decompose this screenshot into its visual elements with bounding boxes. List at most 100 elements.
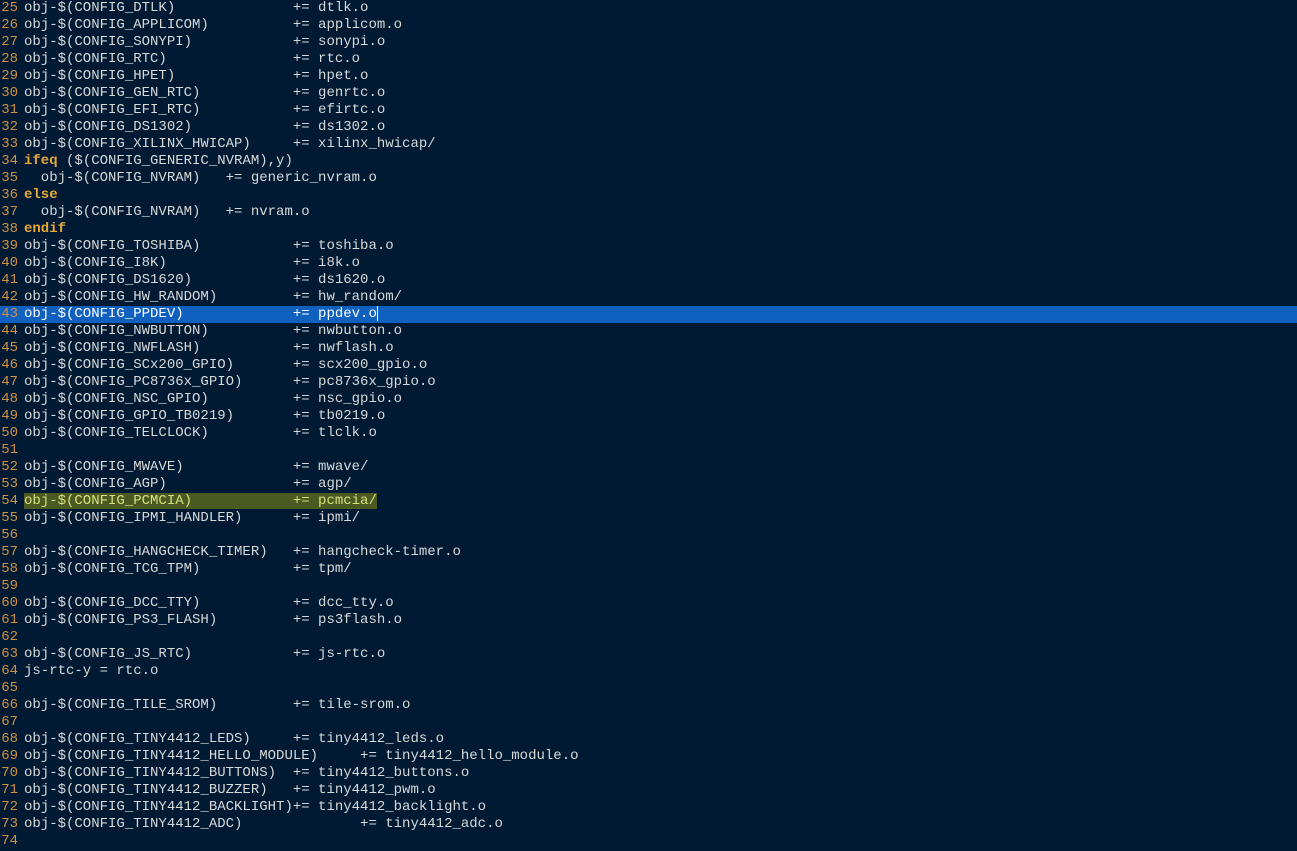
code-line[interactable]: 46obj-$(CONFIG_SCx200_GPIO) += scx200_gp… [0, 357, 1297, 374]
code-line[interactable]: 71obj-$(CONFIG_TINY4412_BUZZER) += tiny4… [0, 782, 1297, 799]
line-content[interactable]: obj-$(CONFIG_PPDEV) += ppdev.o [20, 306, 378, 323]
line-content[interactable]: obj-$(CONFIG_DTLK) += dtlk.o [20, 0, 368, 17]
code-line[interactable]: 66obj-$(CONFIG_TILE_SROM) += tile-srom.o [0, 697, 1297, 714]
line-content[interactable]: obj-$(CONFIG_IPMI_HANDLER) += ipmi/ [20, 510, 360, 527]
code-line[interactable]: 67 [0, 714, 1297, 731]
code-line[interactable]: 36else [0, 187, 1297, 204]
code-line[interactable]: 55obj-$(CONFIG_IPMI_HANDLER) += ipmi/ [0, 510, 1297, 527]
code-line[interactable]: 58obj-$(CONFIG_TCG_TPM) += tpm/ [0, 561, 1297, 578]
line-content[interactable]: obj-$(CONFIG_TOSHIBA) += toshiba.o [20, 238, 394, 255]
line-content[interactable]: obj-$(CONFIG_GPIO_TB0219) += tb0219.o [20, 408, 385, 425]
code-line[interactable]: 42obj-$(CONFIG_HW_RANDOM) += hw_random/ [0, 289, 1297, 306]
code-line[interactable]: 70obj-$(CONFIG_TINY4412_BUTTONS) += tiny… [0, 765, 1297, 782]
code-line[interactable]: 56 [0, 527, 1297, 544]
code-line[interactable]: 72obj-$(CONFIG_TINY4412_BACKLIGHT)+= tin… [0, 799, 1297, 816]
line-content[interactable]: obj-$(CONFIG_DCC_TTY) += dcc_tty.o [20, 595, 394, 612]
line-content[interactable]: obj-$(CONFIG_GEN_RTC) += genrtc.o [20, 85, 385, 102]
line-content[interactable]: obj-$(CONFIG_DS1302) += ds1302.o [20, 119, 385, 136]
code-line[interactable]: 31obj-$(CONFIG_EFI_RTC) += efirtc.o [0, 102, 1297, 119]
line-content[interactable]: obj-$(CONFIG_TINY4412_ADC) += tiny4412_a… [20, 816, 503, 833]
line-content[interactable]: obj-$(CONFIG_APPLICOM) += applicom.o [20, 17, 402, 34]
line-content[interactable]: obj-$(CONFIG_HPET) += hpet.o [20, 68, 368, 85]
code-line[interactable]: 50obj-$(CONFIG_TELCLOCK) += tlclk.o [0, 425, 1297, 442]
line-content[interactable]: obj-$(CONFIG_TINY4412_BACKLIGHT)+= tiny4… [20, 799, 486, 816]
line-content[interactable]: obj-$(CONFIG_TCG_TPM) += tpm/ [20, 561, 352, 578]
line-content[interactable]: js-rtc-y = rtc.o [20, 663, 158, 680]
line-content[interactable]: obj-$(CONFIG_TINY4412_LEDS) += tiny4412_… [20, 731, 444, 748]
line-content[interactable] [20, 629, 24, 646]
line-content[interactable]: obj-$(CONFIG_MWAVE) += mwave/ [20, 459, 368, 476]
code-line[interactable]: 64js-rtc-y = rtc.o [0, 663, 1297, 680]
code-line[interactable]: 38endif [0, 221, 1297, 238]
line-content[interactable]: obj-$(CONFIG_RTC) += rtc.o [20, 51, 360, 68]
line-content[interactable]: obj-$(CONFIG_TELCLOCK) += tlclk.o [20, 425, 377, 442]
code-line[interactable]: 69obj-$(CONFIG_TINY4412_HELLO_MODULE) +=… [0, 748, 1297, 765]
code-line[interactable]: 74 [0, 833, 1297, 850]
code-line[interactable]: 68obj-$(CONFIG_TINY4412_LEDS) += tiny441… [0, 731, 1297, 748]
code-line[interactable]: 61obj-$(CONFIG_PS3_FLASH) += ps3flash.o [0, 612, 1297, 629]
line-content[interactable] [20, 680, 24, 697]
line-content[interactable]: obj-$(CONFIG_NWBUTTON) += nwbutton.o [20, 323, 402, 340]
code-line[interactable]: 63obj-$(CONFIG_JS_RTC) += js-rtc.o [0, 646, 1297, 663]
line-content[interactable]: obj-$(CONFIG_SCx200_GPIO) += scx200_gpio… [20, 357, 427, 374]
code-line[interactable]: 27obj-$(CONFIG_SONYPI) += sonypi.o [0, 34, 1297, 51]
code-line[interactable]: 33obj-$(CONFIG_XILINX_HWICAP) += xilinx_… [0, 136, 1297, 153]
code-line[interactable]: 28obj-$(CONFIG_RTC) += rtc.o [0, 51, 1297, 68]
code-line[interactable]: 47obj-$(CONFIG_PC8736x_GPIO) += pc8736x_… [0, 374, 1297, 391]
code-line[interactable]: 44obj-$(CONFIG_NWBUTTON) += nwbutton.o [0, 323, 1297, 340]
line-content[interactable] [20, 833, 24, 850]
code-line[interactable]: 51 [0, 442, 1297, 459]
code-line[interactable]: 39obj-$(CONFIG_TOSHIBA) += toshiba.o [0, 238, 1297, 255]
line-content[interactable]: obj-$(CONFIG_NVRAM) += generic_nvram.o [20, 170, 377, 187]
line-content[interactable]: obj-$(CONFIG_XILINX_HWICAP) += xilinx_hw… [20, 136, 436, 153]
code-line[interactable]: 30obj-$(CONFIG_GEN_RTC) += genrtc.o [0, 85, 1297, 102]
line-content[interactable] [20, 714, 24, 731]
line-content[interactable]: ifeq ($(CONFIG_GENERIC_NVRAM),y) [20, 153, 293, 170]
code-line[interactable]: 53obj-$(CONFIG_AGP) += agp/ [0, 476, 1297, 493]
line-content[interactable]: obj-$(CONFIG_PCMCIA) += pcmcia/ [20, 493, 377, 510]
line-content[interactable]: obj-$(CONFIG_DS1620) += ds1620.o [20, 272, 385, 289]
line-content[interactable]: obj-$(CONFIG_EFI_RTC) += efirtc.o [20, 102, 385, 119]
code-line[interactable]: 25obj-$(CONFIG_DTLK) += dtlk.o [0, 0, 1297, 17]
code-line[interactable]: 65 [0, 680, 1297, 697]
code-line[interactable]: 32obj-$(CONFIG_DS1302) += ds1302.o [0, 119, 1297, 136]
line-content[interactable]: obj-$(CONFIG_JS_RTC) += js-rtc.o [20, 646, 385, 663]
code-line[interactable]: 73obj-$(CONFIG_TINY4412_ADC) += tiny4412… [0, 816, 1297, 833]
code-line[interactable]: 43obj-$(CONFIG_PPDEV) += ppdev.o [0, 306, 1297, 323]
code-line[interactable]: 26obj-$(CONFIG_APPLICOM) += applicom.o [0, 17, 1297, 34]
code-line[interactable]: 49obj-$(CONFIG_GPIO_TB0219) += tb0219.o [0, 408, 1297, 425]
code-line[interactable]: 29obj-$(CONFIG_HPET) += hpet.o [0, 68, 1297, 85]
line-content[interactable] [20, 442, 24, 459]
line-content[interactable]: obj-$(CONFIG_AGP) += agp/ [20, 476, 352, 493]
line-content[interactable]: obj-$(CONFIG_TILE_SROM) += tile-srom.o [20, 697, 410, 714]
line-content[interactable] [20, 527, 24, 544]
line-content[interactable]: else [20, 187, 58, 204]
code-line[interactable]: 37 obj-$(CONFIG_NVRAM) += nvram.o [0, 204, 1297, 221]
line-content[interactable]: obj-$(CONFIG_NSC_GPIO) += nsc_gpio.o [20, 391, 402, 408]
line-content[interactable] [20, 578, 24, 595]
code-line[interactable]: 52obj-$(CONFIG_MWAVE) += mwave/ [0, 459, 1297, 476]
line-content[interactable]: obj-$(CONFIG_HW_RANDOM) += hw_random/ [20, 289, 402, 306]
line-content[interactable]: obj-$(CONFIG_NVRAM) += nvram.o [20, 204, 310, 221]
line-content[interactable]: obj-$(CONFIG_TINY4412_BUTTONS) += tiny44… [20, 765, 469, 782]
code-line[interactable]: 48obj-$(CONFIG_NSC_GPIO) += nsc_gpio.o [0, 391, 1297, 408]
line-content[interactable]: obj-$(CONFIG_SONYPI) += sonypi.o [20, 34, 385, 51]
line-content[interactable]: obj-$(CONFIG_TINY4412_HELLO_MODULE) += t… [20, 748, 579, 765]
code-line[interactable]: 41obj-$(CONFIG_DS1620) += ds1620.o [0, 272, 1297, 289]
line-content[interactable]: obj-$(CONFIG_NWFLASH) += nwflash.o [20, 340, 394, 357]
code-line[interactable]: 57obj-$(CONFIG_HANGCHECK_TIMER) += hangc… [0, 544, 1297, 561]
line-content[interactable]: endif [20, 221, 66, 238]
line-content[interactable]: obj-$(CONFIG_PS3_FLASH) += ps3flash.o [20, 612, 402, 629]
line-content[interactable]: obj-$(CONFIG_PC8736x_GPIO) += pc8736x_gp… [20, 374, 436, 391]
code-editor[interactable]: 25obj-$(CONFIG_DTLK) += dtlk.o26obj-$(CO… [0, 0, 1297, 850]
line-content[interactable]: obj-$(CONFIG_HANGCHECK_TIMER) += hangche… [20, 544, 461, 561]
code-line[interactable]: 34ifeq ($(CONFIG_GENERIC_NVRAM),y) [0, 153, 1297, 170]
line-content[interactable]: obj-$(CONFIG_TINY4412_BUZZER) += tiny441… [20, 782, 436, 799]
code-line[interactable]: 40obj-$(CONFIG_I8K) += i8k.o [0, 255, 1297, 272]
line-content[interactable]: obj-$(CONFIG_I8K) += i8k.o [20, 255, 360, 272]
code-line[interactable]: 35 obj-$(CONFIG_NVRAM) += generic_nvram.… [0, 170, 1297, 187]
code-line[interactable]: 62 [0, 629, 1297, 646]
code-line[interactable]: 60obj-$(CONFIG_DCC_TTY) += dcc_tty.o [0, 595, 1297, 612]
code-line[interactable]: 45obj-$(CONFIG_NWFLASH) += nwflash.o [0, 340, 1297, 357]
code-line[interactable]: 59 [0, 578, 1297, 595]
